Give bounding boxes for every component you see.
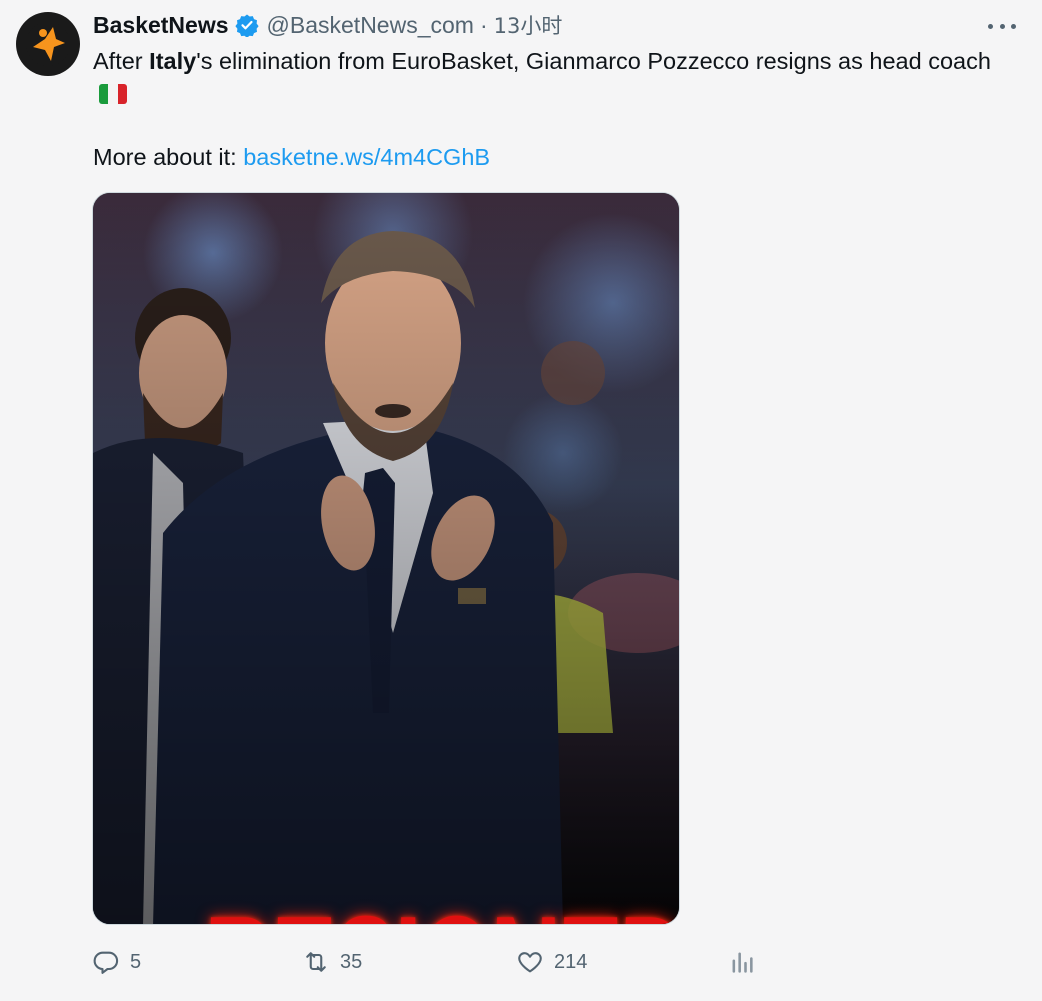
tweet-text-after: 's elimination from EuroBasket, Gianmarc… <box>196 48 991 74</box>
timestamp[interactable]: 13小时 <box>494 10 563 40</box>
more-options-icon[interactable] <box>988 14 1016 38</box>
tweet-text: After Italy's elimination from EuroBaske… <box>93 45 1013 109</box>
author-handle[interactable]: @BasketNews_com <box>267 12 474 39</box>
reply-icon <box>93 951 119 974</box>
basketnews-logo-icon <box>26 22 70 66</box>
avatar[interactable] <box>16 12 80 76</box>
views-button[interactable] <box>728 944 766 980</box>
tweet-text-bold: Italy <box>149 48 197 74</box>
more-about-line: More about it: basketne.ws/4m4CGhB <box>93 141 490 173</box>
resigned-overlay-text: RESIGNED <box>204 893 679 924</box>
heart-icon <box>518 952 542 973</box>
retweet-button[interactable]: 35 <box>302 944 362 980</box>
author-name[interactable]: BasketNews <box>93 12 229 39</box>
reply-count: 5 <box>130 950 142 973</box>
coach-photo <box>93 193 679 924</box>
reply-button[interactable]: 5 <box>92 944 141 980</box>
separator-dot: · <box>479 11 488 38</box>
italy-flag-icon <box>99 84 127 104</box>
tweet-header: BasketNews @BasketNews_com · 13小时 <box>93 10 562 40</box>
tweet-image[interactable]: RESIGNED <box>92 192 680 925</box>
tweet[interactable]: BasketNews @BasketNews_com · 13小时 After … <box>0 0 1042 1001</box>
like-count: 214 <box>554 950 588 973</box>
verified-badge-icon <box>234 13 259 37</box>
like-button[interactable]: 214 <box>516 944 587 980</box>
retweet-icon <box>306 952 326 972</box>
retweet-count: 35 <box>340 950 363 973</box>
more-about-label: More about it: <box>93 144 244 170</box>
analytics-icon <box>732 952 753 973</box>
tweet-text-before: After <box>93 48 150 74</box>
action-bar: 5 35 214 <box>92 944 792 980</box>
article-link[interactable]: basketne.ws/4m4CGhB <box>243 144 490 170</box>
